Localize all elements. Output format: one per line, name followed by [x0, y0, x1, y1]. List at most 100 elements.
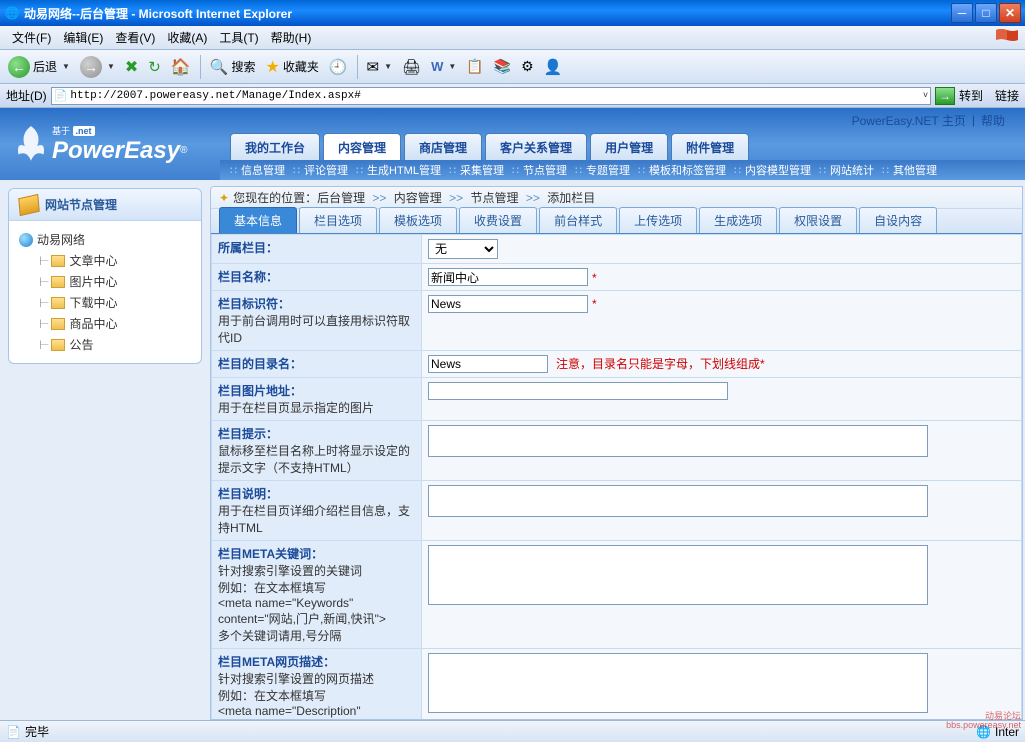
form-tab-4[interactable]: 前台样式 — [539, 207, 617, 233]
subnav-2[interactable]: 生成HTML管理 — [367, 162, 441, 178]
back-button[interactable]: ←后退▼ — [4, 54, 74, 80]
tree-item-2[interactable]: ⊢下载中心 — [15, 292, 195, 313]
link-homepage[interactable]: PowerEasy.NET 主页 — [852, 112, 966, 129]
main-tab-3[interactable]: 客户关系管理 — [485, 133, 587, 160]
logo-area: 基于 .net PowerEasy® — [0, 108, 220, 180]
breadcrumb-part[interactable]: 后台管理 — [317, 191, 365, 205]
tree-item-0[interactable]: ⊢文章中心 — [15, 250, 195, 271]
subnav-1[interactable]: 评论管理 — [304, 162, 348, 178]
window-close-button[interactable]: ✕ — [999, 3, 1021, 23]
window-titlebar: 🌐 动易网络--后台管理 - Microsoft Internet Explor… — [0, 0, 1025, 26]
form-body[interactable]: 所属栏目： 无 栏目名称： * 栏目标识符：用于前台调用时可以直接用标识符取代I… — [211, 234, 1022, 719]
identifier-input[interactable] — [428, 295, 588, 313]
menu-file[interactable]: 文件(F) — [6, 27, 57, 48]
messenger-button[interactable]: 👤 — [540, 54, 567, 80]
subnav-8[interactable]: 网站统计 — [830, 162, 874, 178]
tree-item-3[interactable]: ⊢商品中心 — [15, 313, 195, 334]
window-maximize-button[interactable]: □ — [975, 3, 997, 23]
form-tab-3[interactable]: 收费设置 — [459, 207, 537, 233]
field-label-meta-desc: 栏目META网页描述： — [218, 655, 335, 669]
header-links: PowerEasy.NET 主页 | 帮助 — [220, 108, 1025, 132]
main-tab-5[interactable]: 附件管理 — [671, 133, 749, 160]
print-button[interactable]: 🖨 — [398, 54, 425, 80]
logo-leaf-icon — [10, 123, 52, 165]
field-label-meta-kw: 栏目META关键词： — [218, 547, 323, 561]
address-input[interactable]: 📄 http://2007.powereasy.net/Manage/Index… — [51, 87, 931, 105]
print-icon: 🖨 — [402, 58, 421, 76]
ie-flag-icon — [995, 28, 1019, 48]
stop-button[interactable]: ✖ — [121, 54, 142, 80]
links-label[interactable]: 链接 — [995, 87, 1019, 104]
refresh-button[interactable]: ↻ — [144, 54, 165, 80]
favorites-button[interactable]: ★收藏夹 — [261, 54, 322, 80]
form-tab-6[interactable]: 生成选项 — [699, 207, 777, 233]
history-button[interactable]: 🕘 — [325, 54, 352, 80]
window-minimize-button[interactable]: ─ — [951, 3, 973, 23]
subnav-4[interactable]: 节点管理 — [523, 162, 567, 178]
main-tab-2[interactable]: 商店管理 — [404, 133, 482, 160]
star-icon: ★ — [265, 57, 279, 77]
meta-kw-textarea[interactable] — [428, 545, 928, 605]
refresh-icon: ↻ — [148, 58, 161, 76]
subnav-3[interactable]: 采集管理 — [460, 162, 504, 178]
home-icon: 🏠 — [171, 57, 191, 77]
subnav-0[interactable]: 信息管理 — [241, 162, 285, 178]
menu-edit[interactable]: 编辑(E) — [57, 27, 109, 48]
dirname-input[interactable] — [428, 355, 548, 373]
subnav-9[interactable]: 其他管理 — [893, 162, 937, 178]
search-button[interactable]: 🔍搜索 — [206, 54, 260, 80]
breadcrumb-part: 添加栏目 — [547, 191, 595, 205]
tree-item-1[interactable]: ⊢图片中心 — [15, 271, 195, 292]
toolbar-separator — [357, 55, 358, 79]
form-tab-5[interactable]: 上传选项 — [619, 207, 697, 233]
form-tab-7[interactable]: 权限设置 — [779, 207, 857, 233]
discuss-button[interactable]: 📋 — [462, 54, 487, 80]
form-tab-1[interactable]: 栏目选项 — [299, 207, 377, 233]
history-icon: 🕘 — [329, 58, 348, 76]
breadcrumb-part[interactable]: 节点管理 — [470, 191, 518, 205]
imageurl-input[interactable] — [428, 382, 728, 400]
subnav-5[interactable]: 专题管理 — [586, 162, 630, 178]
chevron-down-icon: ▼ — [62, 62, 70, 71]
parent-select[interactable]: 无 — [428, 239, 498, 259]
btn-x[interactable]: ⚙ — [517, 54, 538, 80]
menu-tools[interactable]: 工具(T) — [213, 27, 264, 48]
tree-item-4[interactable]: ⊢公告 — [15, 334, 195, 355]
home-button[interactable]: 🏠 — [167, 54, 195, 80]
name-input[interactable] — [428, 268, 588, 286]
main-panel: ✦ 您现在的位置： 后台管理 >> 内容管理 >> 节点管理 >> 添加栏目 基… — [210, 186, 1023, 720]
menu-favorites[interactable]: 收藏(A) — [161, 27, 213, 48]
main-tab-4[interactable]: 用户管理 — [590, 133, 668, 160]
research-icon: 📚 — [494, 58, 511, 75]
field-label-identifier: 栏目标识符： — [218, 297, 290, 311]
menu-help[interactable]: 帮助(H) — [265, 27, 318, 48]
tree-root[interactable]: 动易网络 — [15, 229, 195, 250]
go-button[interactable]: → — [935, 87, 955, 105]
menu-view[interactable]: 查看(V) — [109, 27, 161, 48]
chevron-down-icon[interactable]: v — [923, 91, 928, 100]
forward-button[interactable]: →▼ — [76, 54, 119, 80]
main-tab-1[interactable]: 内容管理 — [323, 133, 401, 160]
folder-icon — [51, 318, 65, 330]
tips-textarea[interactable] — [428, 425, 928, 457]
content-area: 网站节点管理 动易网络 ⊢文章中心⊢图片中心⊢下载中心⊢商品中心⊢公告 ✦ 您现… — [0, 180, 1025, 720]
window-title: 动易网络--后台管理 - Microsoft Internet Explorer — [24, 5, 951, 22]
subnav-6[interactable]: 模板和标签管理 — [649, 162, 726, 178]
edit-button[interactable]: W▼ — [427, 54, 460, 80]
breadcrumb-part[interactable]: 内容管理 — [394, 191, 442, 205]
form-tab-8[interactable]: 自设内容 — [859, 207, 937, 233]
main-tab-0[interactable]: 我的工作台 — [230, 133, 320, 160]
desc-textarea[interactable] — [428, 485, 928, 517]
mail-button[interactable]: ✉▼ — [363, 54, 397, 80]
required-mark: * — [592, 271, 597, 285]
go-label[interactable]: 转到 — [959, 87, 983, 104]
subnav-7[interactable]: 内容模型管理 — [745, 162, 811, 178]
addressbar: 地址(D) 📄 http://2007.powereasy.net/Manage… — [0, 84, 1025, 108]
main-tabs: 我的工作台内容管理商店管理客户关系管理用户管理附件管理 — [220, 132, 1025, 160]
link-help[interactable]: 帮助 — [981, 112, 1005, 129]
form-tab-2[interactable]: 模板选项 — [379, 207, 457, 233]
meta-desc-textarea[interactable] — [428, 653, 928, 713]
form-tab-0[interactable]: 基本信息 — [219, 207, 297, 233]
field-label-parent: 所属栏目： — [218, 241, 278, 255]
research-button[interactable]: 📚 — [490, 54, 515, 80]
